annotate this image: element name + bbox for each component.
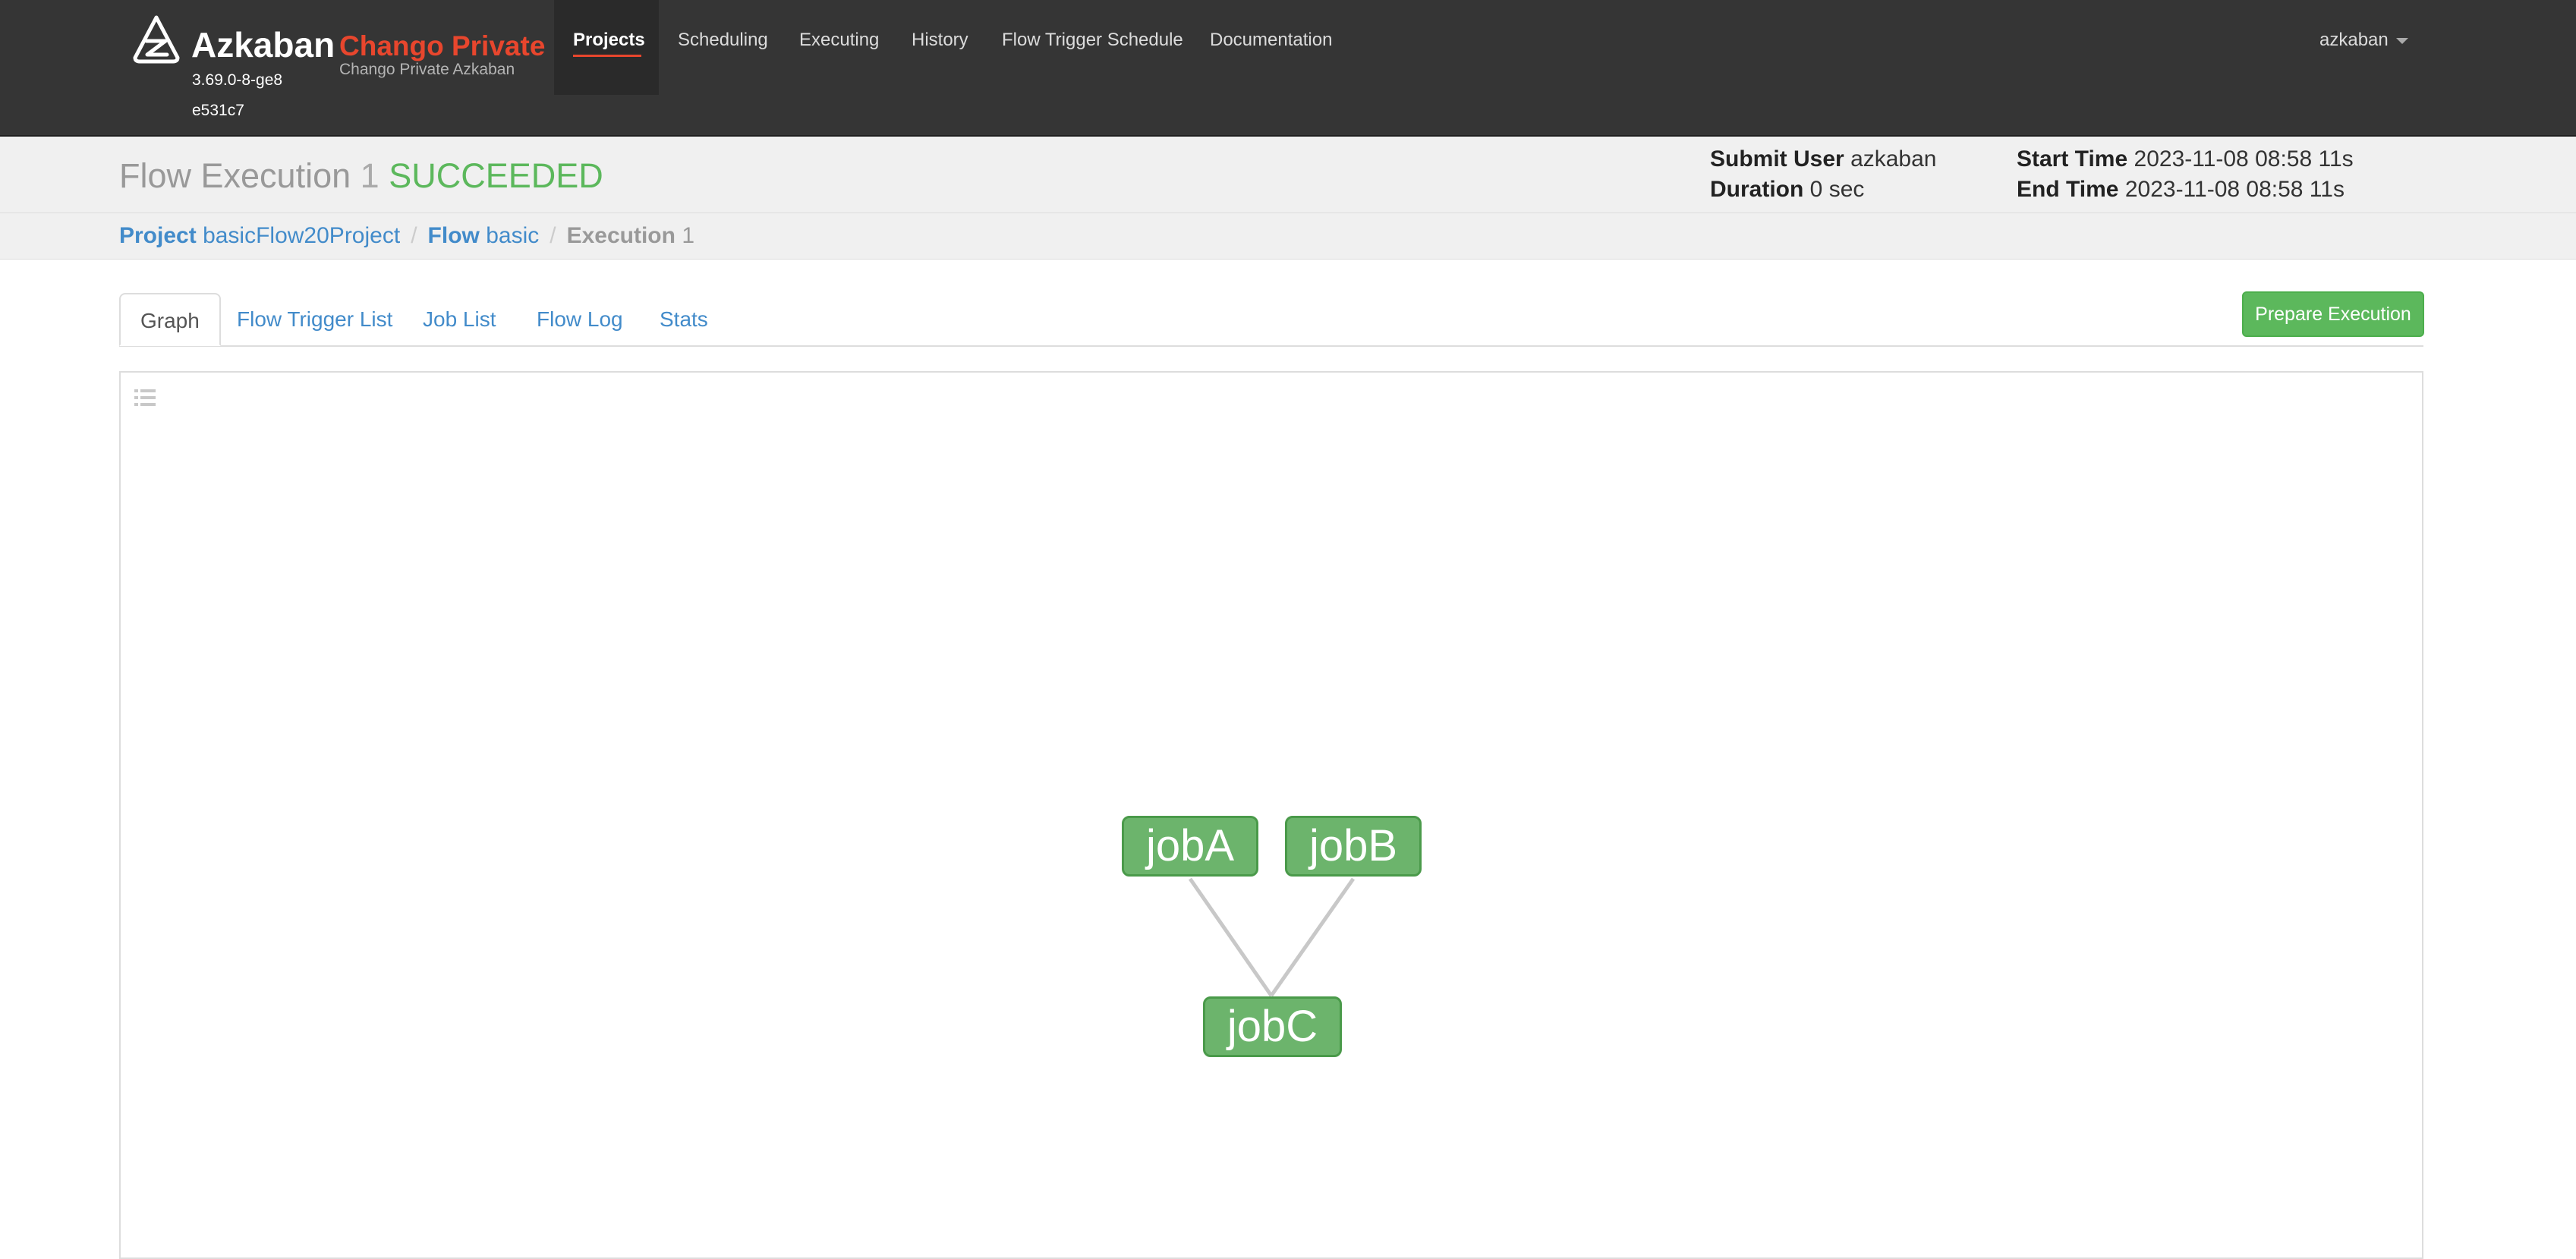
graph-node-jobA[interactable]: jobA — [1122, 816, 1258, 877]
execution-id: 1 — [360, 156, 379, 195]
breadcrumb-flow-label: Flow — [427, 223, 480, 248]
breadcrumb-project-name: basicFlow20Project — [203, 223, 401, 248]
user-name: azkaban — [2319, 30, 2389, 50]
start-time-info: Start Time 2023-11-08 08:58 11s — [2017, 144, 2354, 175]
nav-active-underline — [573, 55, 641, 57]
tab-graph[interactable]: Graph — [119, 293, 221, 346]
brand-tagline: Chango Private Azkaban — [339, 61, 515, 78]
submit-user-info: Submit User azkaban — [1710, 144, 1937, 175]
duration-value: 0 sec — [1809, 177, 1865, 202]
version-label: 3.69.0-8-ge8e531c7 — [192, 71, 283, 119]
duration-info: Duration 0 sec — [1710, 175, 1864, 205]
nav-scheduling[interactable]: Scheduling — [678, 29, 768, 52]
tab-stats[interactable]: Stats — [640, 293, 728, 346]
nav-executing[interactable]: Executing — [799, 29, 879, 52]
nav-documentation[interactable]: Documentation — [1210, 29, 1332, 52]
list-icon[interactable] — [134, 387, 156, 408]
breadcrumb-separator: / — [411, 223, 417, 248]
user-menu[interactable]: azkaban — [2319, 29, 2408, 52]
submit-user-value: azkaban — [1850, 146, 1937, 172]
brand-name[interactable]: Azkaban — [191, 23, 335, 67]
breadcrumb-execution-label: Execution — [566, 223, 675, 248]
nav-projects[interactable]: Projects — [573, 29, 645, 52]
end-time-info: End Time 2023-11-08 08:58 11s — [2017, 175, 2345, 205]
tab-job-list[interactable]: Job List — [403, 293, 516, 346]
nav-flow-trigger-schedule[interactable]: Flow Trigger Schedule — [1002, 29, 1183, 52]
page-title: Flow Execution 1 SUCCEEDED — [119, 155, 603, 197]
execution-status: SUCCEEDED — [389, 156, 603, 195]
breadcrumb-project[interactable]: Project basicFlow20Project — [119, 223, 400, 248]
nav-history[interactable]: History — [912, 29, 968, 52]
end-time-label: End Time — [2017, 177, 2119, 202]
tab-flow-trigger-list[interactable]: Flow Trigger List — [217, 293, 412, 346]
tab-flow-log[interactable]: Flow Log — [517, 293, 643, 346]
submit-user-label: Submit User — [1710, 146, 1844, 172]
start-time-label: Start Time — [2017, 146, 2128, 172]
breadcrumb-execution-id: 1 — [682, 223, 694, 248]
breadcrumb-separator: / — [550, 223, 556, 248]
duration-label: Duration — [1710, 177, 1804, 202]
graph-node-jobB[interactable]: jobB — [1285, 816, 1422, 877]
graph-node-jobC[interactable]: jobC — [1203, 996, 1342, 1057]
brand-subtitle: Chango Private — [339, 30, 546, 61]
breadcrumb: Project basicFlow20Project / Flow basic / Ex… — [119, 222, 694, 250]
azkaban-logo-icon[interactable] — [132, 15, 181, 64]
start-time-value: 2023-11-08 08:58 11s — [2134, 146, 2354, 172]
breadcrumb-flow[interactable]: Flow basic — [428, 223, 540, 248]
caret-down-icon — [2395, 37, 2408, 44]
graph-panel[interactable] — [119, 371, 2423, 1259]
page-title-text: Flow Execution — [119, 156, 351, 195]
breadcrumb-flow-name: basic — [486, 223, 540, 248]
breadcrumb-project-label: Project — [119, 223, 197, 248]
end-time-value: 2023-11-08 08:58 11s — [2124, 177, 2345, 202]
prepare-execution-button[interactable]: Prepare Execution — [2242, 291, 2424, 337]
